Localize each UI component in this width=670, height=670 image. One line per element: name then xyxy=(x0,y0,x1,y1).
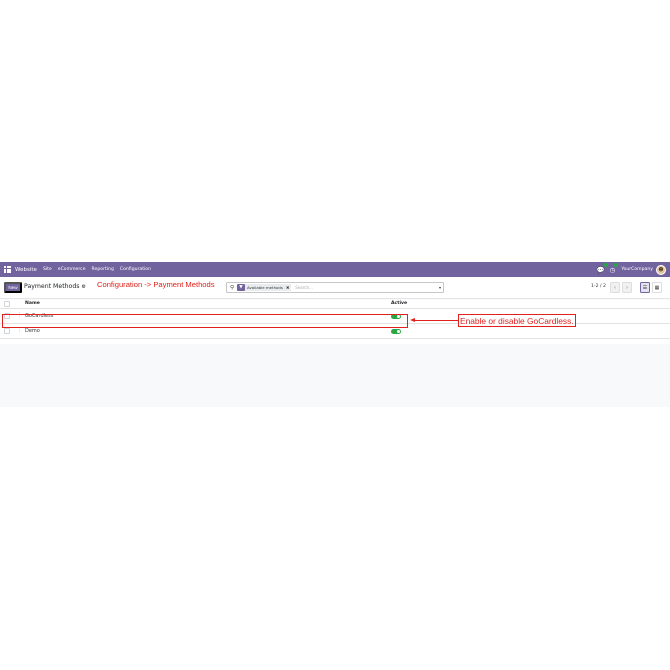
search-input[interactable]: Search... xyxy=(295,285,313,290)
app-name[interactable]: Website xyxy=(15,267,37,273)
breadcrumb: Payment Methods xyxy=(24,283,80,290)
annotation-top: Configuration -> Payment Methods xyxy=(97,280,215,289)
row-name[interactable]: Demo xyxy=(25,328,40,334)
apps-grid-icon[interactable] xyxy=(4,266,11,273)
menu-item-site[interactable]: Site xyxy=(43,267,52,272)
search-bar: ⚲ ▼ Available methods ✖ Search... ▾ xyxy=(226,282,444,293)
close-icon[interactable]: ✖ xyxy=(286,285,289,290)
navbar-systray: 💬 ◷ YourCompany ☻ xyxy=(592,262,666,275)
facet-label: Available methods xyxy=(247,285,283,290)
pager-next-button[interactable]: › xyxy=(622,282,632,293)
pager-previous-button[interactable]: ‹ xyxy=(610,282,620,293)
list-view-button[interactable]: ☰ xyxy=(640,282,650,293)
annotation-callout: Enable or disable GoCardless. xyxy=(458,314,576,327)
menu-item-configuration[interactable]: Configuration xyxy=(120,267,151,272)
highlight-box xyxy=(2,314,408,328)
company-switcher[interactable]: YourCompany xyxy=(621,267,653,272)
new-button[interactable]: New xyxy=(4,282,22,293)
page-title: Payment Methods ⚙ xyxy=(24,283,86,290)
filter-icon: ▼ xyxy=(237,284,246,291)
column-header-name[interactable]: Name xyxy=(25,301,40,306)
annotation-arrow xyxy=(414,320,458,321)
pager-value[interactable]: 1-2 / 2 xyxy=(591,284,606,289)
row-checkbox[interactable] xyxy=(4,328,10,334)
avatar[interactable]: ☻ xyxy=(656,264,666,275)
main-menu: Site eCommerce Reporting Configuration xyxy=(43,267,157,272)
top-navbar: Website Site eCommerce Reporting Configu… xyxy=(0,262,670,277)
menu-item-ecommerce[interactable]: eCommerce xyxy=(58,267,86,272)
kanban-view-button[interactable]: ▦ xyxy=(652,282,662,293)
chat-icon[interactable]: 💬 xyxy=(597,262,608,274)
search-facet: Available methods ✖ xyxy=(245,284,292,291)
search-icon[interactable]: ⚲ xyxy=(230,285,234,291)
arrow-head-icon xyxy=(410,318,415,322)
table-header: Name Active xyxy=(0,300,670,309)
menu-item-reporting[interactable]: Reporting xyxy=(92,267,114,272)
gear-icon[interactable]: ⚙ xyxy=(82,284,86,290)
active-toggle[interactable] xyxy=(391,329,401,334)
select-all-checkbox[interactable] xyxy=(4,301,10,307)
clock-icon[interactable]: ◷ xyxy=(610,262,619,274)
column-header-active[interactable]: Active xyxy=(391,301,407,306)
chevron-down-icon[interactable]: ▾ xyxy=(439,285,441,290)
